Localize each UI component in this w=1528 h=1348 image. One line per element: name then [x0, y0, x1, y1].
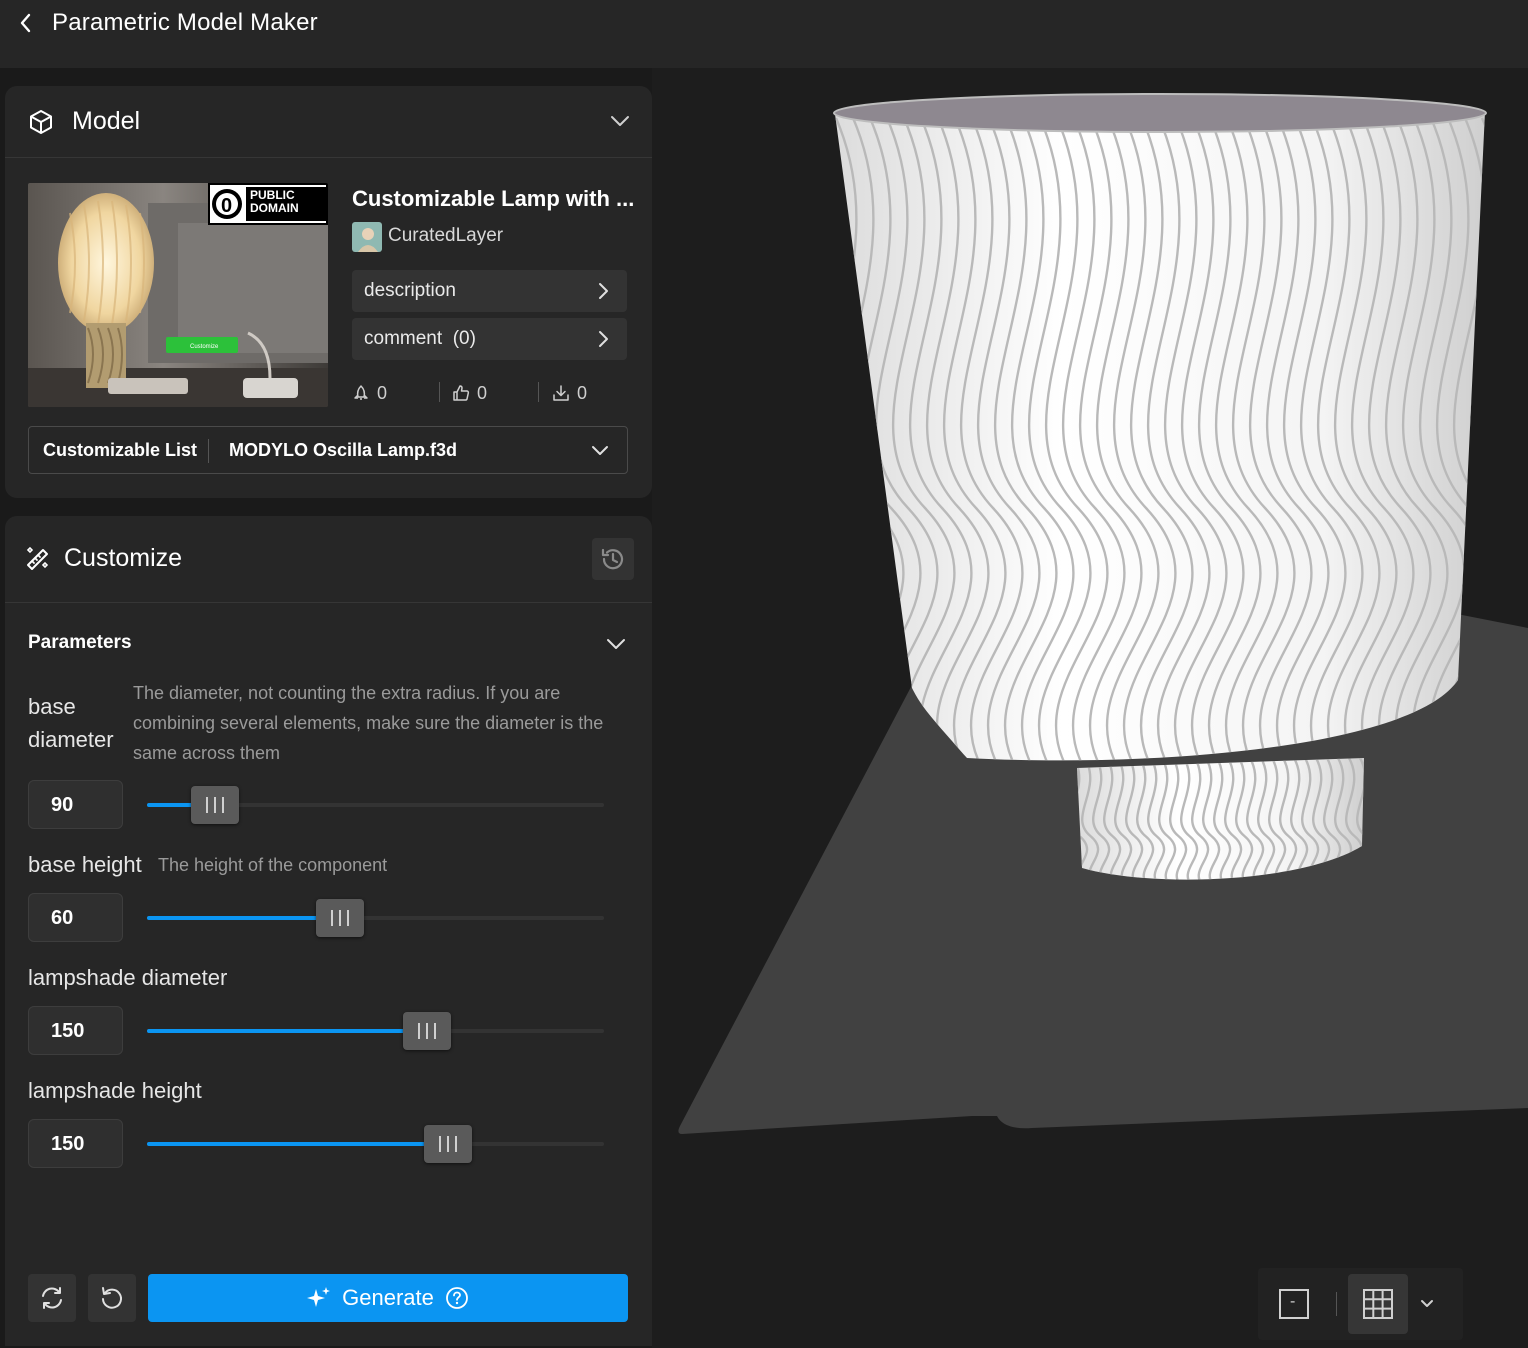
- generate-label: Generate: [342, 1285, 434, 1310]
- rocket-icon: [354, 385, 368, 400]
- back-arrow-icon[interactable]: [14, 10, 38, 36]
- slider-fill: [147, 1142, 426, 1146]
- comment-label: comment (0): [364, 328, 476, 349]
- stat-divider: [439, 382, 440, 402]
- param-label-lampshade-diameter: lampshade diameter: [28, 965, 228, 990]
- model-preview-scene[interactable]: [652, 68, 1528, 1348]
- slider-handle[interactable]: [403, 1012, 452, 1050]
- base-diameter-slider[interactable]: [147, 786, 604, 824]
- refresh-icon: [42, 1287, 62, 1309]
- lampshade-diameter-input[interactable]: 150: [28, 1006, 123, 1055]
- description-button[interactable]: description: [352, 270, 627, 312]
- stat-divider: [538, 382, 539, 402]
- slider-handle[interactable]: [316, 899, 365, 937]
- license-badge-text: PUBLIC DOMAIN: [250, 189, 299, 215]
- comment-button[interactable]: comment (0): [352, 318, 627, 360]
- param-label-lampshade-height: lampshade height: [28, 1078, 202, 1103]
- reset-button[interactable]: [88, 1274, 136, 1322]
- customizable-list-label: Customizable List: [43, 440, 198, 460]
- base-diameter-input[interactable]: 90: [28, 780, 123, 829]
- slider-handle[interactable]: [423, 1125, 472, 1163]
- download-stat[interactable]: 0: [552, 382, 587, 404]
- customizable-list-divider: [208, 439, 209, 463]
- lamp-shade: [833, 93, 1487, 761]
- fit-view-button[interactable]: -: [1278, 1288, 1310, 1320]
- action-bar: Generate: [5, 1274, 652, 1334]
- model-name[interactable]: Customizable Lamp with ...: [352, 186, 634, 212]
- thumb-customize-label: Customize: [190, 344, 219, 350]
- view-toolbar: -: [1258, 1268, 1463, 1340]
- lampshade-diameter-slider[interactable]: [147, 1012, 604, 1050]
- param-desc-base-height: The height of the component: [158, 855, 388, 875]
- customize-section-title: Customize: [64, 544, 183, 572]
- undo-icon: [102, 1287, 122, 1309]
- description-label: description: [364, 280, 456, 301]
- generate-button[interactable]: Generate: [148, 1274, 628, 1322]
- thumbs-up-icon: [453, 385, 470, 401]
- model-panel-header[interactable]: Model: [5, 86, 652, 158]
- magic-ruler-icon: [26, 546, 49, 570]
- download-icon: [553, 385, 569, 401]
- help-icon[interactable]: [444, 1285, 470, 1311]
- model-thumbnail[interactable]: Customize 0 PUBLIC DOMAIN: [28, 183, 328, 407]
- customizable-list-select[interactable]: Customizable List MODYLO Oscilla Lamp.f3…: [28, 426, 628, 474]
- like-count: 0: [477, 382, 488, 403]
- history-button[interactable]: [592, 538, 634, 580]
- lampshade-height-input[interactable]: 150: [28, 1119, 123, 1168]
- sparkle-icon: [307, 1287, 331, 1307]
- slider-fill: [147, 1029, 406, 1033]
- chevron-right-icon: [599, 331, 608, 347]
- randomize-button[interactable]: [28, 1274, 76, 1322]
- grid-toggle-button[interactable]: [1348, 1274, 1408, 1334]
- model-panel: Model Customize 0 PUBLIC DOMAIN Customiz…: [5, 86, 652, 498]
- slider-fill: [147, 916, 319, 920]
- chevron-down-icon: [1421, 1300, 1433, 1307]
- chevron-down-icon[interactable]: [606, 638, 626, 651]
- param-label-base-height: base height: [28, 852, 142, 877]
- license-zero: 0: [221, 195, 232, 217]
- grid-icon: [1363, 1289, 1393, 1319]
- lamp-rib: [835, 117, 854, 761]
- param-desc-base-diameter: The diameter, not counting the extra rad…: [133, 683, 604, 763]
- param-label-base-diameter: base diameter: [28, 694, 114, 752]
- lampshade-height-slider[interactable]: [147, 1125, 604, 1163]
- chevron-down-icon[interactable]: [610, 114, 630, 128]
- 3d-viewport[interactable]: [652, 68, 1528, 1348]
- base-height-slider[interactable]: [147, 899, 604, 937]
- download-count: 0: [577, 382, 588, 403]
- customize-panel-header: Customize: [5, 516, 652, 603]
- toolbar-divider: [1336, 1292, 1337, 1316]
- customizable-list-value: MODYLO Oscilla Lamp.f3d: [229, 440, 458, 460]
- boost-count: 0: [377, 382, 388, 403]
- base-height-input[interactable]: 60: [28, 893, 123, 942]
- boost-stat[interactable]: 0: [352, 382, 387, 404]
- customize-panel: Customize Parameters base diameter The d…: [5, 516, 652, 1346]
- like-stat[interactable]: 0: [452, 382, 487, 404]
- chevron-down-icon: [592, 446, 608, 455]
- parameters-title[interactable]: Parameters: [28, 632, 132, 654]
- slider-fill: [147, 803, 193, 807]
- view-options-dropdown[interactable]: [1418, 1294, 1436, 1312]
- author-avatar[interactable]: [352, 222, 382, 252]
- cube-icon: [30, 110, 52, 134]
- view-button-label: -: [1290, 1293, 1296, 1310]
- chevron-right-icon: [599, 283, 608, 299]
- history-icon: [601, 548, 624, 570]
- top-bar: Parametric Model Maker: [0, 0, 1528, 68]
- author-name[interactable]: CuratedLayer: [388, 225, 503, 247]
- app-title: Parametric Model Maker: [52, 9, 318, 36]
- slider-handle[interactable]: [190, 786, 239, 824]
- model-section-title: Model: [72, 107, 141, 135]
